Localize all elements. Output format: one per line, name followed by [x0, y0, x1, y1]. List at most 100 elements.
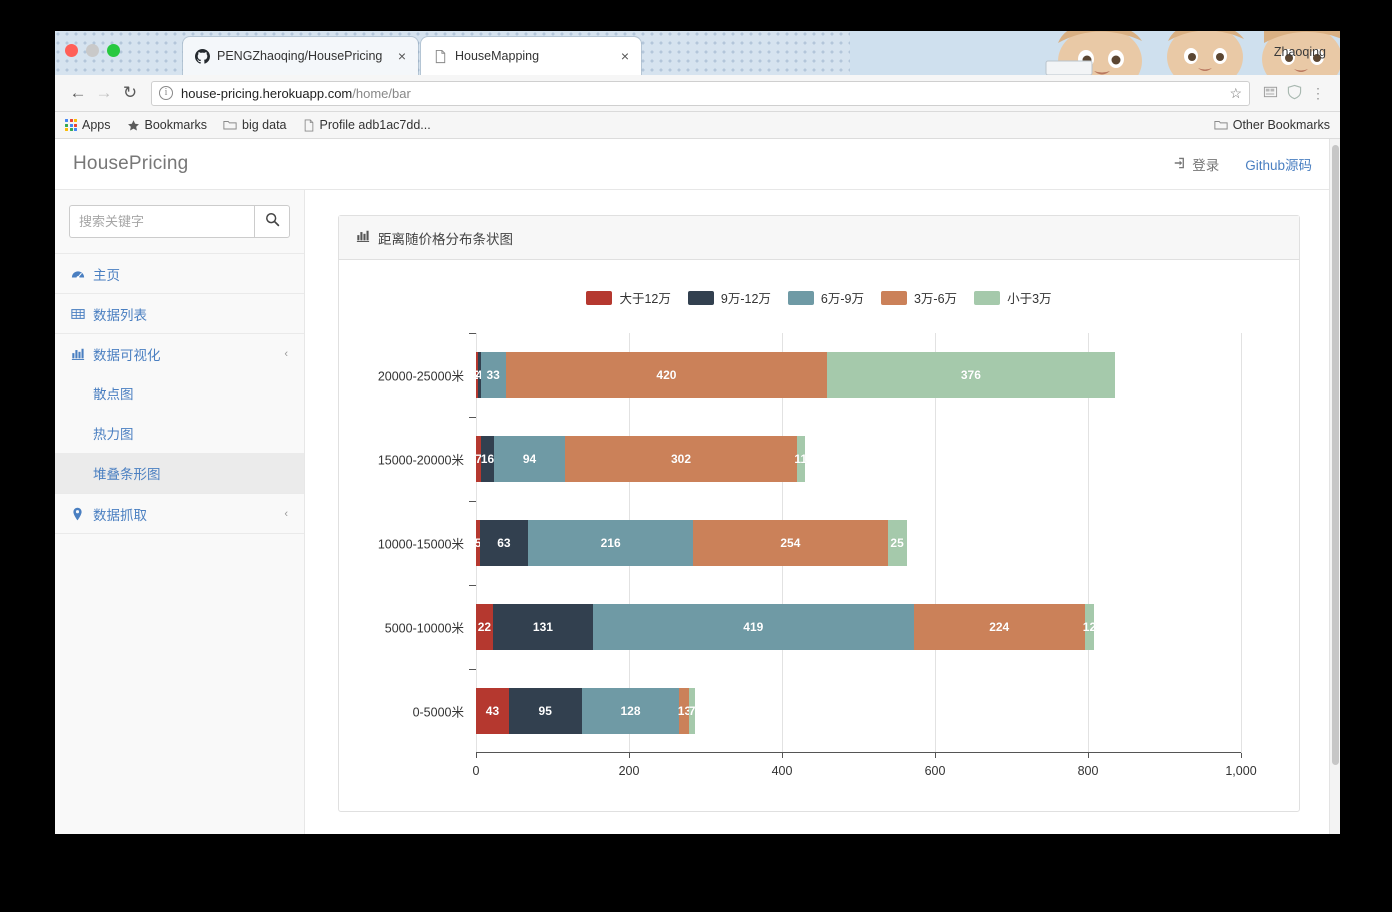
bar-segment[interactable]: 12 [1083, 603, 1096, 651]
bookmark-apps[interactable]: Apps [65, 118, 111, 132]
browser-tab-1[interactable]: PENGZhaoqing/HousePricing × [183, 37, 418, 75]
sidebar-item-label: 数据列表 [93, 307, 147, 323]
y-tick [469, 501, 476, 502]
github-source-link[interactable]: Github源码 [1245, 154, 1312, 174]
back-icon[interactable]: ← [65, 80, 91, 106]
bar-segment[interactable]: 22 [476, 603, 493, 651]
x-tick [935, 753, 936, 758]
sidebar-item-data-list[interactable]: 数据列表 [55, 293, 304, 333]
bar-segment[interactable]: 95 [508, 687, 582, 735]
map-pin-icon [71, 507, 93, 521]
browser-tab-2[interactable]: HouseMapping × [421, 37, 641, 75]
minimize-window-button[interactable] [86, 44, 99, 57]
bar-segment[interactable]: 128 [581, 687, 680, 735]
sidebar-subitem-label: 堆叠条形图 [93, 467, 161, 482]
legend-item[interactable]: 3万-6万 [880, 288, 957, 307]
x-tick-label: 0 [472, 764, 480, 778]
legend-item[interactable]: 9万-12万 [687, 288, 771, 307]
close-tab-button[interactable]: × [394, 49, 410, 63]
folder-icon [1214, 119, 1228, 131]
sidebar-subitem-stacked-bar[interactable]: 堆叠条形图 [55, 453, 304, 493]
bar-value-label: 420 [656, 367, 677, 382]
browser-menu-icon[interactable]: ⋮ [1306, 85, 1330, 102]
legend-item[interactable]: 小于3万 [974, 288, 1052, 307]
login-link[interactable]: 登录 [1173, 154, 1219, 174]
bar-segment[interactable]: 13 [678, 687, 691, 735]
bookmark-profile[interactable]: Profile adb1ac7dd... [303, 118, 431, 132]
bar-row[interactable]: 5 63 216 254 25 [475, 519, 907, 567]
y-tick [469, 585, 476, 586]
reload-icon[interactable]: ↻ [117, 80, 143, 106]
web-page: HousePricing 登录 Github源码 搜索关键字 主页 数据列表 数… [55, 139, 1330, 834]
chart-plot-area: 0 200 400 600 800 1,000 43 95 128 13 7 0-5000米 22 131… [378, 333, 1257, 778]
x-tick-label: 800 [1077, 764, 1099, 778]
bar-segment[interactable]: 131 [492, 603, 594, 651]
bar-segment[interactable]: 224 [913, 603, 1085, 651]
bar-segment[interactable]: 16 [481, 435, 494, 483]
bar-segment[interactable]: 94 [493, 435, 566, 483]
x-tick [1088, 753, 1089, 758]
other-bookmarks-label: Other Bookmarks [1232, 118, 1330, 132]
sidebar-subitem-scatter[interactable]: 散点图 [55, 373, 304, 413]
legend-item[interactable]: 大于12万 [586, 288, 671, 307]
bar-value-label: 11 [794, 451, 808, 466]
bar-segment[interactable]: 420 [505, 351, 828, 399]
other-bookmarks-button[interactable]: Other Bookmarks [1214, 118, 1330, 132]
bookmark-big-data[interactable]: big data [223, 118, 287, 132]
close-tab-button[interactable]: × [617, 49, 633, 63]
bar-row[interactable]: 2433420376 [473, 351, 1115, 399]
bar-value-label: 302 [670, 451, 691, 466]
sidebar-item-data-scraping[interactable]: 数据抓取 ‹ [55, 493, 304, 533]
bar-segment[interactable]: 25 [887, 519, 907, 567]
browser-window: PENGZhaoqing/HousePricing × HouseMapping… [55, 31, 1340, 834]
x-tick-label: 200 [618, 764, 640, 778]
bar-segment[interactable]: 302 [565, 435, 797, 483]
chevron-left-icon: ‹ [284, 507, 288, 520]
close-window-button[interactable] [65, 44, 78, 57]
site-info-icon[interactable]: i [159, 86, 173, 100]
bookmark-bookmarks[interactable]: Bookmarks [127, 118, 207, 132]
chart-panel-title: 距离随价格分布条状图 [378, 231, 513, 247]
sidebar-item-visualization[interactable]: 数据可视化 ‹ [55, 333, 304, 373]
sidebar-item-label: 数据抓取 [93, 507, 147, 523]
x-tick-label: 600 [924, 764, 946, 778]
page-scrollbar[interactable] [1329, 139, 1340, 834]
extension-icon[interactable] [1258, 84, 1282, 102]
folder-icon [223, 119, 237, 131]
bar-value-label: 22 [477, 619, 492, 634]
scrollbar-thumb[interactable] [1332, 145, 1339, 765]
url-host: house-pricing.herokuapp.com [181, 85, 353, 101]
x-tick-label: 400 [771, 764, 793, 778]
sidebar-subitem-label: 热力图 [93, 427, 134, 442]
search-button[interactable] [254, 205, 290, 238]
search-icon [265, 212, 280, 232]
legend-item[interactable]: 6万-9万 [787, 288, 864, 307]
bar-value-label: 33 [486, 367, 500, 382]
bookmark-star-icon[interactable]: ☆ [1229, 85, 1242, 102]
window-controls[interactable] [65, 44, 120, 57]
forward-icon: → [95, 83, 113, 102]
bar-segment[interactable]: 7 [689, 687, 695, 735]
legend-label: 小于3万 [1007, 292, 1052, 306]
address-bar[interactable]: i house-pricing.herokuapp.com /home/bar … [151, 80, 1250, 106]
bar-segment[interactable]: 11 [794, 435, 808, 483]
bar-segment[interactable]: 33 [480, 351, 506, 399]
maximize-window-button[interactable] [107, 44, 120, 57]
sidebar-item-home[interactable]: 主页 [55, 253, 304, 293]
chevron-left-icon: ‹ [284, 347, 288, 360]
chart-panel-header: 距离随价格分布条状图 [339, 216, 1299, 260]
app-brand[interactable]: HousePricing [73, 153, 188, 175]
bar-row[interactable]: 43 95 128 13 7 [476, 687, 695, 735]
bar-row[interactable]: 7 16 94 302 11 [475, 435, 808, 483]
search-input[interactable] [69, 205, 255, 238]
sidebar-subitem-heatmap[interactable]: 热力图 [55, 413, 304, 453]
bar-segment[interactable]: 419 [593, 603, 914, 651]
bar-row[interactable]: 22 131 419 224 12 [476, 603, 1096, 651]
content-area: 距离随价格分布条状图 大于12万 9万-12万 6万-9万 3万-6万 小于3万 0 20… [305, 190, 1330, 834]
bar-segment[interactable]: 254 [693, 519, 888, 567]
bar-segment[interactable]: 376 [827, 351, 1115, 399]
shield-icon[interactable] [1282, 84, 1306, 103]
bar-segment[interactable]: 63 [479, 519, 528, 567]
bar-segment[interactable]: 216 [528, 519, 694, 567]
bar-segment[interactable]: 43 [476, 687, 509, 735]
